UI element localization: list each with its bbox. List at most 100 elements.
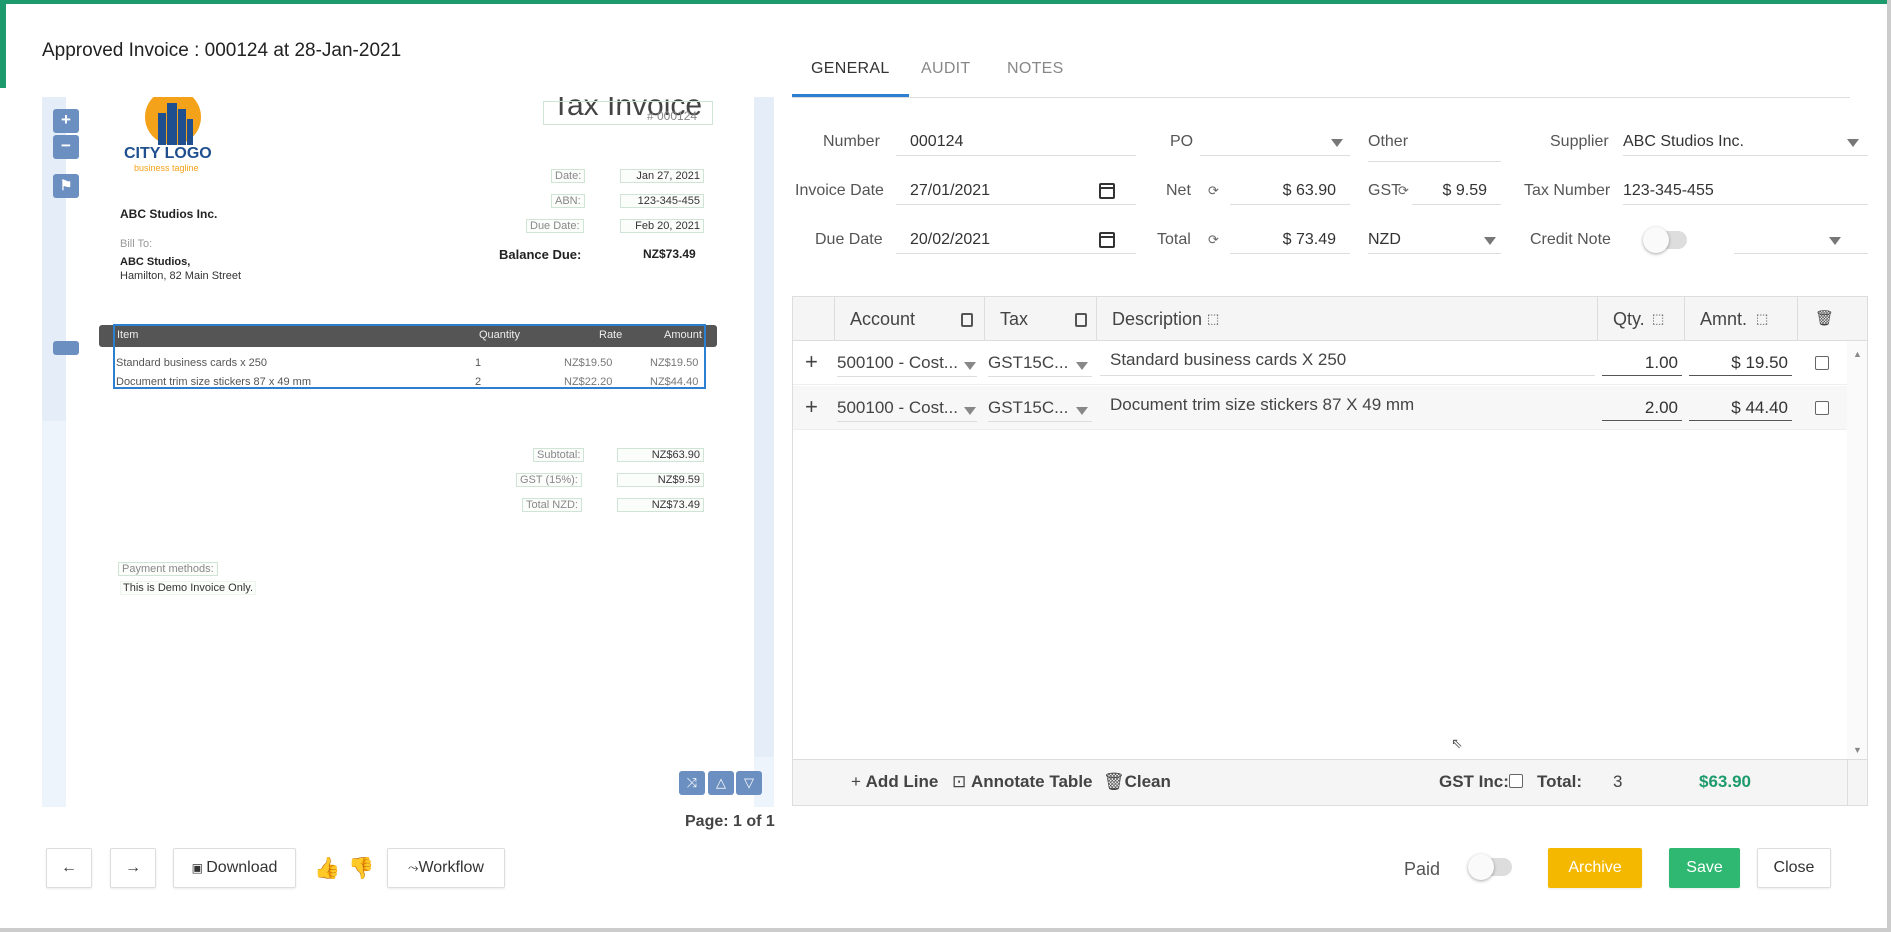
back-button[interactable]: ← (46, 848, 92, 888)
scroll-down-icon[interactable]: ▼ (1853, 745, 1862, 755)
total-label: Total (1157, 231, 1191, 248)
credit-note-chevron-down-icon[interactable] (1829, 237, 1841, 245)
column-tax[interactable]: Tax (985, 297, 1097, 341)
chevron-down-icon[interactable] (964, 362, 976, 370)
calendar-icon[interactable] (1099, 232, 1115, 248)
column-qty[interactable]: Qty. ⬚ (1598, 297, 1685, 341)
supplier-label: Supplier (1550, 133, 1609, 150)
table-row[interactable]: + 500100 - Cost... GST15C... Standard bu… (793, 341, 1851, 385)
po-select[interactable] (1200, 130, 1350, 156)
annotate-table-button[interactable]: ⊡ Annotate Table (952, 772, 1093, 792)
chevron-down-icon[interactable] (1076, 362, 1088, 370)
tab-notes[interactable]: NOTES (1007, 60, 1064, 94)
archive-button[interactable]: Archive (1548, 848, 1642, 888)
number-input[interactable]: 000124 (896, 130, 1136, 156)
refresh-icon[interactable]: ⟳ (1208, 232, 1219, 248)
zoom-out-button[interactable]: − (53, 135, 79, 159)
next-page-button[interactable]: ▽ (736, 771, 762, 795)
copy-icon[interactable] (1075, 313, 1087, 327)
workflow-icon: ⤳ (408, 860, 419, 875)
net-input[interactable]: $ 63.90 (1230, 179, 1350, 205)
currency-chevron-down-icon[interactable] (1484, 237, 1496, 245)
fit-icon[interactable]: ⤨ (679, 771, 705, 795)
refresh-icon[interactable]: ⟳ (1398, 183, 1409, 199)
tax-number-input[interactable]: 123-345-455 (1623, 179, 1868, 205)
row-marker-button[interactable] (53, 341, 79, 355)
po-chevron-down-icon[interactable] (1331, 139, 1343, 147)
description-input[interactable]: Standard business cards X 250 (1100, 350, 1595, 376)
account-select[interactable]: 500100 - Cost... (837, 353, 977, 377)
doc-line-amount: NZ$44.40 (650, 376, 699, 388)
total-nzd-label: Total NZD: (522, 498, 582, 512)
column-description[interactable]: Description ⬚ (1097, 297, 1598, 341)
column-account[interactable]: Account (835, 297, 985, 341)
doc-number: # 000124 (647, 109, 698, 123)
download-button[interactable]: ▣ Download (173, 848, 296, 888)
grid-scrollbar[interactable]: ▲ ▼ (1847, 341, 1867, 759)
abn-label: ABN: (551, 194, 585, 208)
gst-inc-label: GST Inc: (1439, 772, 1509, 791)
thumbs-down-icon[interactable]: 👎 (348, 857, 374, 881)
select-icon[interactable]: ⬚ (1207, 297, 1219, 341)
paid-toggle[interactable] (1468, 854, 1512, 880)
zoom-in-button[interactable]: + (53, 109, 79, 133)
prev-page-button[interactable]: △ (708, 771, 734, 795)
doc-line-amount: NZ$19.50 (650, 357, 699, 369)
qty-input[interactable]: 2.00 (1602, 395, 1682, 421)
preview-scrollbar[interactable] (754, 97, 774, 757)
gst-inc-checkbox[interactable] (1509, 774, 1523, 788)
forward-button[interactable]: → (110, 848, 156, 888)
credit-note-toggle[interactable] (1643, 227, 1687, 253)
bill-to-label: Bill To: (120, 238, 153, 250)
select-icon[interactable]: ⬚ (1756, 297, 1768, 341)
refresh-icon[interactable]: ⟳ (1208, 183, 1219, 199)
other-input[interactable] (1368, 130, 1501, 162)
document-preview[interactable]: + − ⚑ CITY LOGO business tagline Tax Inv… (42, 97, 774, 807)
save-button[interactable]: Save (1669, 848, 1740, 888)
supplier-select[interactable]: ABC Studios Inc. (1623, 130, 1868, 156)
thumbs-up-icon[interactable]: 👍 (314, 857, 340, 881)
top-accent-bar (0, 0, 1891, 4)
tax-number-label: Tax Number (1524, 182, 1611, 199)
gst-label: GST (1368, 182, 1401, 199)
add-line-button[interactable]: + Add Line (851, 772, 938, 792)
total-input[interactable]: $ 73.49 (1230, 228, 1350, 254)
chevron-down-icon[interactable] (964, 407, 976, 415)
amount-input[interactable]: $ 44.40 (1689, 395, 1792, 421)
add-row-icon[interactable]: + (805, 394, 818, 420)
toggle-knob (1468, 854, 1494, 880)
trash-icon[interactable]: 🗑 (1815, 297, 1834, 341)
invoice-lines-grid: Account Tax Description ⬚ Qty. ⬚ Amnt. ⬚… (792, 296, 1868, 806)
table-row[interactable]: + 500100 - Cost... GST15C... Document tr… (793, 386, 1851, 430)
annotate-icon: ⊡ (952, 772, 971, 791)
copy-icon[interactable] (961, 313, 973, 327)
select-icon[interactable]: ⬚ (1652, 297, 1664, 341)
column-delete[interactable]: 🗑 (1798, 297, 1848, 341)
flag-icon[interactable]: ⚑ (53, 174, 79, 198)
supplier-chevron-down-icon[interactable] (1847, 139, 1859, 147)
row-select-checkbox[interactable] (1815, 401, 1829, 415)
page-title: Approved Invoice : 000124 at 28-Jan-2021 (42, 40, 402, 61)
scroll-up-icon[interactable]: ▲ (1853, 349, 1862, 359)
gst-input[interactable]: $ 9.59 (1412, 179, 1501, 205)
add-row-icon[interactable]: + (805, 349, 818, 375)
date-label: Date: (551, 169, 586, 183)
workflow-button[interactable]: ⤳Workflow (387, 848, 505, 888)
credit-note-select[interactable] (1734, 228, 1868, 254)
account-select[interactable]: 500100 - Cost... (837, 398, 977, 422)
qty-input[interactable]: 1.00 (1602, 350, 1682, 376)
chevron-down-icon[interactable] (1076, 407, 1088, 415)
tab-general[interactable]: GENERAL (792, 60, 909, 97)
currency-select[interactable]: NZD (1368, 228, 1501, 254)
calendar-icon[interactable] (1099, 183, 1115, 199)
save-icon: ▣ (191, 861, 207, 875)
left-accent-bar (0, 4, 6, 88)
amount-input[interactable]: $ 19.50 (1689, 350, 1792, 376)
tab-audit[interactable]: AUDIT (921, 60, 971, 94)
close-button[interactable]: Close (1757, 848, 1831, 888)
column-amount[interactable]: Amnt. ⬚ (1685, 297, 1798, 341)
clean-button[interactable]: 🗑Clean (1103, 772, 1171, 792)
total-count: 3 (1613, 772, 1623, 791)
description-input[interactable]: Document trim size stickers 87 X 49 mm (1100, 395, 1595, 415)
row-select-checkbox[interactable] (1815, 356, 1829, 370)
